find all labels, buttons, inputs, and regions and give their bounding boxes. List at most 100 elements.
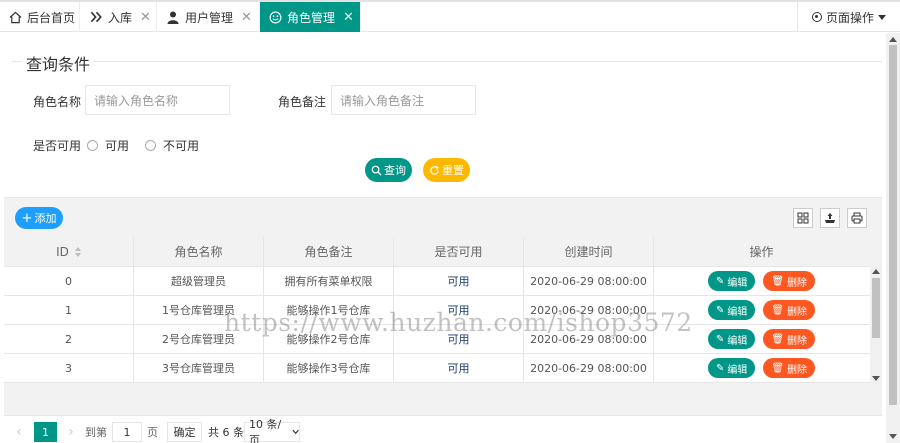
print-button[interactable] — [847, 208, 867, 228]
export-icon — [825, 213, 835, 223]
radio-circle-icon — [145, 140, 156, 151]
radio-enabled-no[interactable]: 不可用 — [145, 137, 199, 154]
table-scrollbar-thumb[interactable] — [872, 278, 880, 338]
export-button[interactable] — [820, 208, 840, 228]
pencil-icon: ✎ — [715, 304, 725, 316]
cell-created: 2020-06-29 08:00:00 — [524, 354, 654, 382]
table-row: 0 超级管理员 拥有所有菜单权限 可用 2020-06-29 08:00:00 … — [4, 267, 882, 296]
main-content: 查询条件 角色名称 请输入角色名称 角色备注 请输入角色备注 是否可用 可用 不… — [0, 33, 886, 443]
cell-actions: ✎ 编辑 🗑 删除 — [654, 267, 869, 295]
edit-button-label: 编辑 — [727, 335, 748, 347]
delete-button-label: 删除 — [787, 335, 808, 347]
columns-filter-button[interactable] — [793, 208, 813, 228]
role-remark-input[interactable]: 请输入角色备注 — [331, 85, 476, 115]
page-scrollbar[interactable] — [886, 33, 900, 443]
search-icon — [371, 165, 382, 176]
cell-id: 0 — [4, 267, 134, 295]
goto-page-input[interactable]: 1 — [112, 422, 142, 442]
cell-id: 3 — [4, 354, 134, 382]
close-icon[interactable]: ✕ — [343, 10, 354, 25]
prev-page-icon[interactable]: ‹ — [12, 422, 26, 442]
tab-home[interactable]: 后台首页 — [0, 2, 80, 32]
cell-id: 1 — [4, 296, 134, 324]
table-scrollbar[interactable] — [870, 266, 882, 384]
edit-button[interactable]: ✎ 编辑 — [707, 271, 756, 291]
refresh-icon — [430, 165, 439, 175]
role-name-label: 角色名称 — [33, 95, 82, 109]
page-number-current[interactable]: 1 — [34, 422, 57, 442]
delete-button[interactable]: 🗑 删除 — [763, 358, 816, 378]
search-button-label: 查询 — [384, 164, 406, 177]
pencil-icon: ✎ — [715, 275, 725, 287]
edit-button-label: 编辑 — [727, 277, 748, 289]
scroll-up-icon[interactable] — [872, 269, 880, 274]
column-header-role-name: 角色名称 — [134, 237, 264, 266]
cell-role-name: 超级管理员 — [134, 267, 264, 295]
radio-circle-icon — [87, 140, 98, 151]
delete-button[interactable]: 🗑 删除 — [763, 271, 816, 291]
edit-button[interactable]: ✎ 编辑 — [707, 300, 756, 320]
trash-icon: 🗑 — [771, 362, 785, 374]
page-scrollbar-thumb[interactable] — [889, 45, 897, 405]
home-icon — [8, 10, 22, 24]
delete-button-label: 删除 — [787, 306, 808, 318]
table-header-row: ID 角色名称 角色备注 是否可用 创建时间 操作 — [4, 237, 882, 267]
plus-icon: + — [21, 210, 33, 226]
delete-button-label: 删除 — [787, 364, 808, 376]
cell-created: 2020-06-29 08:00:00 — [524, 267, 654, 295]
fieldset-border — [94, 61, 882, 62]
delete-button[interactable]: 🗑 删除 — [763, 329, 816, 349]
fieldset-border — [12, 61, 22, 62]
search-button[interactable]: 查询 — [365, 158, 412, 182]
column-header-id[interactable]: ID — [4, 237, 134, 266]
goto-prefix: 到第 — [85, 426, 107, 439]
page-size-value: 10 条/页 — [249, 418, 282, 443]
target-icon — [812, 12, 822, 22]
next-page-icon[interactable]: › — [64, 422, 78, 442]
smile-icon — [268, 10, 282, 24]
edit-button[interactable]: ✎ 编辑 — [707, 329, 756, 349]
trash-icon: 🗑 — [771, 275, 785, 287]
radio-enabled-yes[interactable]: 可用 — [87, 137, 129, 154]
column-header-enabled: 是否可用 — [394, 237, 524, 266]
pagination: ‹ 1 › 到第 1 页 确定 共 6 条 10 条/页 — [4, 415, 882, 443]
goto-suffix: 页 — [147, 426, 158, 439]
grid-columns-icon — [797, 212, 809, 224]
total-count: 共 6 条 — [208, 426, 244, 439]
role-remark-label: 角色备注 — [278, 95, 327, 109]
watermark-text: https://www.huzhan.com/ishop3572 — [224, 308, 693, 337]
cell-role-remark: 拥有所有菜单权限 — [264, 267, 394, 295]
add-button-label: 添加 — [34, 212, 57, 225]
reset-button-label: 重置 — [442, 164, 464, 177]
pencil-icon: ✎ — [715, 333, 725, 345]
tab-stock-in-label: 入库 — [108, 10, 133, 25]
scroll-down-icon[interactable] — [872, 376, 880, 381]
tab-user-management[interactable]: 用户管理 ✕ — [158, 2, 260, 32]
tab-bar: 后台首页 入库 ✕ 用户管理 ✕ 角色管理 ✕ 页面操作 — [0, 0, 900, 32]
tab-stock-in[interactable]: 入库 ✕ — [81, 2, 157, 32]
trash-icon: 🗑 — [771, 304, 785, 316]
print-icon — [851, 212, 863, 224]
page-size-select[interactable]: 10 条/页 — [244, 418, 300, 443]
edit-button-label: 编辑 — [727, 364, 748, 376]
role-name-input[interactable]: 请输入角色名称 — [85, 85, 230, 115]
enabled-label: 是否可用 — [33, 139, 82, 153]
column-header-id-label: ID — [56, 244, 69, 259]
add-button[interactable]: + 添加 — [15, 207, 63, 229]
sort-icon[interactable] — [74, 246, 81, 257]
tab-home-label: 后台首页 — [27, 10, 76, 25]
scroll-down-icon[interactable] — [889, 434, 897, 439]
page-operations-menu[interactable]: 页面操作 — [797, 2, 900, 32]
user-icon — [166, 10, 180, 24]
goto-confirm-button[interactable]: 确定 — [167, 422, 202, 442]
reset-button[interactable]: 重置 — [423, 158, 470, 182]
scroll-up-icon[interactable] — [889, 37, 897, 42]
close-icon[interactable]: ✕ — [140, 10, 151, 25]
cell-actions: ✎ 编辑 🗑 删除 — [654, 354, 869, 382]
delete-button[interactable]: 🗑 删除 — [763, 300, 816, 320]
cell-role-remark: 能够操作3号仓库 — [264, 354, 394, 382]
close-icon[interactable]: ✕ — [241, 10, 252, 25]
edit-button[interactable]: ✎ 编辑 — [707, 358, 756, 378]
edit-button-label: 编辑 — [727, 306, 748, 318]
tab-role-management[interactable]: 角色管理 ✕ — [260, 2, 361, 32]
